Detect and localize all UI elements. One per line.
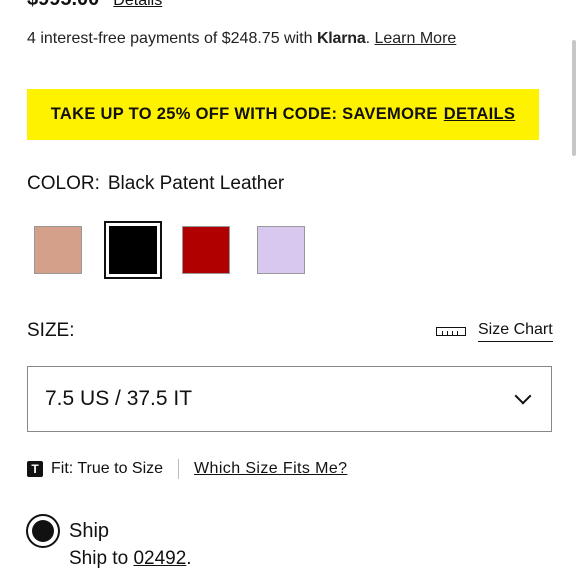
size-select[interactable]: 7.5 US / 37.5 IT bbox=[27, 366, 552, 432]
ship-radio-dot bbox=[32, 520, 54, 542]
color-label: COLOR: Black Patent Leather bbox=[27, 173, 284, 195]
fit-divider bbox=[178, 459, 180, 479]
ship-title: Ship bbox=[69, 520, 110, 542]
promo-details-link[interactable]: DETAILS bbox=[444, 105, 515, 124]
klarna-learn-more-link[interactable]: Learn More bbox=[374, 30, 456, 47]
fit-text: Fit: True to Size bbox=[51, 460, 164, 477]
color-swatch-nude[interactable] bbox=[34, 226, 82, 274]
ship-destination: Ship to 02492. bbox=[69, 548, 192, 570]
ship-radio[interactable] bbox=[26, 514, 60, 548]
ship-zip-link[interactable]: 02492 bbox=[133, 548, 186, 569]
size-chart-label: Size Chart bbox=[478, 321, 553, 342]
fit-info: T Fit: True to Size Which Size Fits Me? bbox=[27, 459, 347, 479]
chevron-down-icon bbox=[514, 387, 532, 405]
klarna-logo: Klarna bbox=[316, 30, 366, 47]
promo-text: TAKE UP TO 25% OFF WITH CODE: SAVEMORE bbox=[50, 105, 438, 123]
color-heading: COLOR: bbox=[27, 173, 100, 194]
price-row: $995.00 Details bbox=[27, 0, 162, 11]
which-size-fits-link[interactable]: Which Size Fits Me? bbox=[194, 460, 347, 478]
klarna-installments: 4 interest-free payments of $248.75 with… bbox=[27, 30, 456, 48]
color-swatch-lavender[interactable] bbox=[257, 226, 305, 274]
price-details-link[interactable]: Details bbox=[113, 0, 162, 9]
size-label: SIZE: bbox=[27, 320, 75, 341]
size-selected-value: 7.5 US / 37.5 IT bbox=[45, 387, 193, 410]
ship-to-text: Ship to bbox=[69, 548, 129, 569]
fit-badge-icon: T bbox=[27, 461, 43, 477]
price-amount: $995.00 bbox=[27, 0, 99, 10]
color-swatch-red[interactable] bbox=[182, 226, 230, 274]
ship-period: . bbox=[186, 548, 192, 569]
ruler-icon bbox=[436, 327, 466, 336]
klarna-period: . bbox=[365, 30, 371, 47]
scrollbar[interactable] bbox=[572, 40, 576, 156]
color-swatch-black[interactable] bbox=[104, 221, 162, 279]
size-chart-link[interactable]: Size Chart bbox=[436, 321, 553, 342]
color-selected-name: Black Patent Leather bbox=[107, 173, 285, 194]
color-swatch-black-fill bbox=[109, 226, 157, 274]
promo-banner: TAKE UP TO 25% OFF WITH CODE: SAVEMORE D… bbox=[27, 89, 539, 140]
klarna-text: 4 interest-free payments of $248.75 with bbox=[27, 30, 313, 47]
